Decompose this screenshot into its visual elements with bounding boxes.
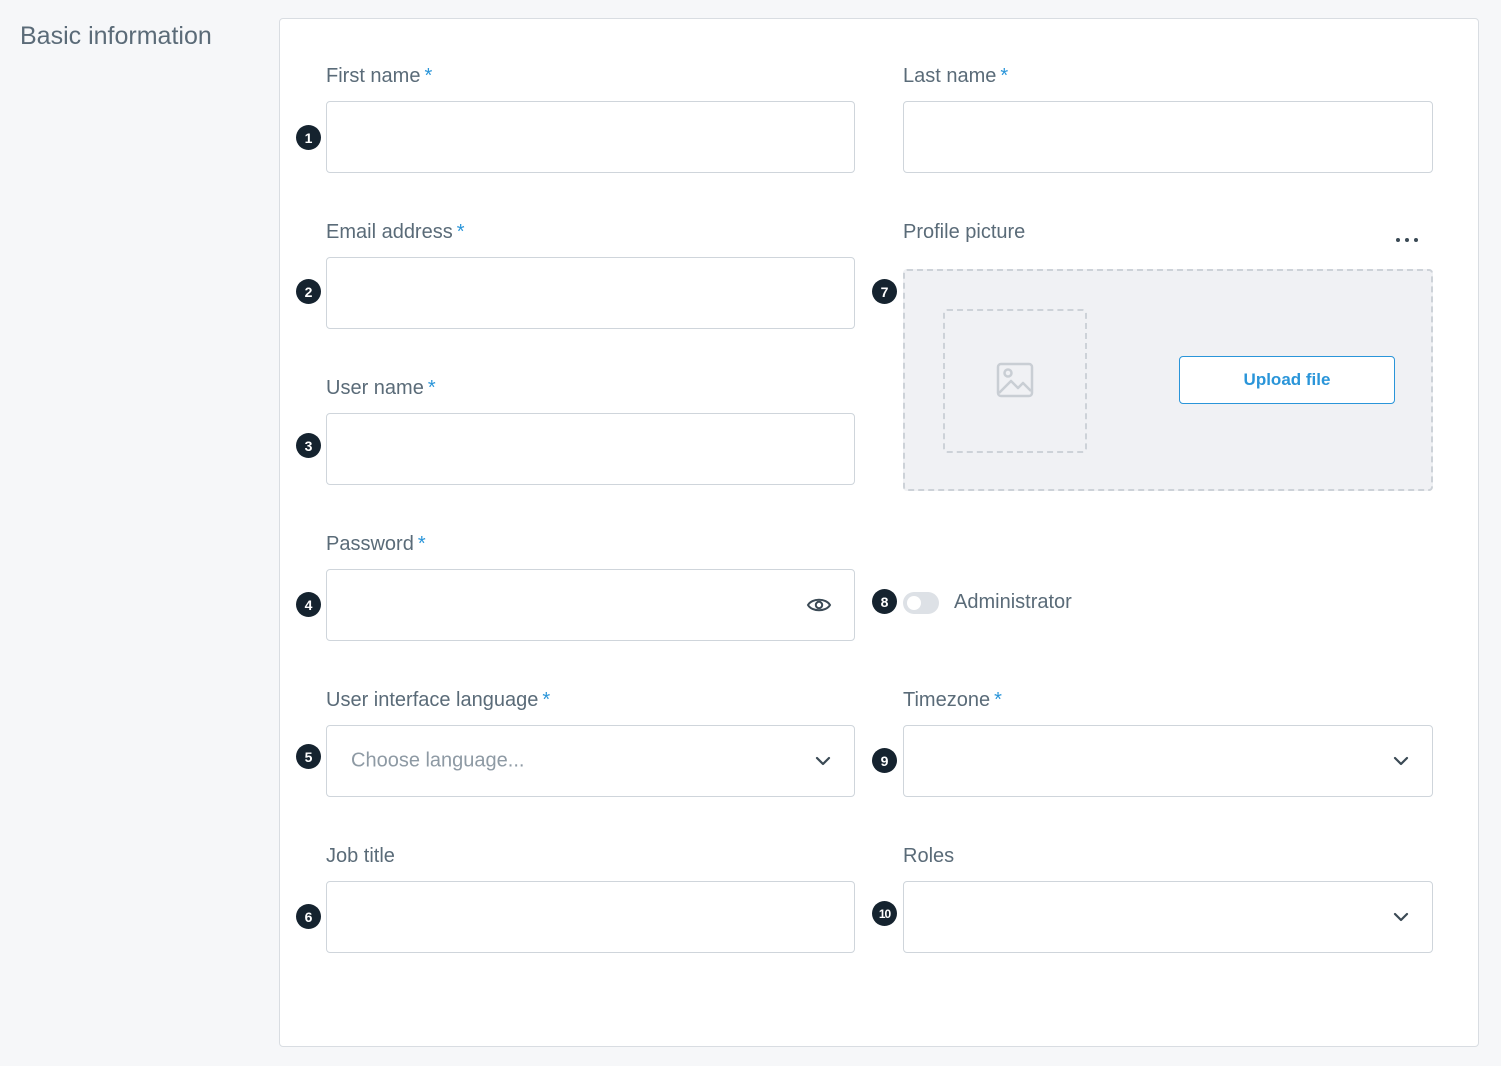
first-name-label-text: First name bbox=[326, 65, 421, 87]
timezone-label-text: Timezone bbox=[903, 689, 991, 711]
required-marker: * bbox=[456, 221, 465, 243]
password-label: Password * bbox=[326, 533, 426, 556]
user-name-input[interactable] bbox=[326, 413, 855, 485]
required-marker: * bbox=[542, 689, 551, 711]
first-name-label: First name * bbox=[326, 65, 432, 88]
job-title-input[interactable] bbox=[326, 881, 855, 953]
required-marker: * bbox=[424, 65, 433, 87]
password-input[interactable] bbox=[326, 569, 855, 641]
email-label: Email address * bbox=[326, 221, 465, 244]
profile-picture-label: Profile picture bbox=[903, 221, 1026, 243]
last-name-label: Last name * bbox=[903, 65, 1008, 88]
eye-icon[interactable] bbox=[806, 595, 832, 615]
upload-file-button[interactable]: Upload file bbox=[1179, 356, 1395, 404]
user-name-label: User name * bbox=[326, 377, 436, 400]
ui-language-label: User interface language * bbox=[326, 689, 550, 712]
administrator-label: Administrator bbox=[954, 591, 1072, 613]
step-badge-10: 10 bbox=[872, 901, 897, 926]
timezone-label: Timezone * bbox=[903, 689, 1002, 712]
required-marker: * bbox=[417, 533, 426, 555]
required-marker: * bbox=[994, 689, 1002, 711]
step-badge-7: 7 bbox=[872, 279, 897, 304]
administrator-toggle[interactable] bbox=[903, 592, 939, 614]
chevron-down-icon bbox=[1393, 756, 1409, 766]
last-name-input[interactable] bbox=[903, 101, 1433, 173]
step-badge-2: 2 bbox=[296, 279, 321, 304]
job-title-label: Job title bbox=[326, 845, 395, 867]
password-label-text: Password bbox=[326, 533, 414, 555]
user-name-label-text: User name bbox=[326, 377, 424, 399]
step-badge-8: 8 bbox=[872, 589, 897, 614]
section-title: Basic information bbox=[20, 22, 212, 50]
step-badge-5: 5 bbox=[296, 744, 321, 769]
image-placeholder bbox=[943, 309, 1087, 453]
first-name-input[interactable] bbox=[326, 101, 855, 173]
chevron-down-icon bbox=[815, 756, 831, 766]
ui-language-placeholder: Choose language... bbox=[351, 749, 525, 772]
toggle-knob bbox=[907, 596, 921, 610]
ui-language-select[interactable]: Choose language... bbox=[326, 725, 855, 797]
timezone-select[interactable] bbox=[903, 725, 1433, 797]
step-badge-3: 3 bbox=[296, 433, 321, 458]
roles-select[interactable] bbox=[903, 881, 1433, 953]
roles-label: Roles bbox=[903, 845, 955, 867]
step-badge-4: 4 bbox=[296, 592, 321, 617]
required-marker: * bbox=[427, 377, 436, 399]
chevron-down-icon bbox=[1393, 912, 1409, 922]
image-icon bbox=[996, 362, 1034, 398]
ui-language-label-text: User interface language bbox=[326, 689, 539, 711]
more-icon[interactable] bbox=[1396, 236, 1418, 244]
required-marker: * bbox=[1000, 65, 1009, 87]
profile-picture-dropzone[interactable]: Upload file bbox=[903, 269, 1433, 491]
step-badge-1: 1 bbox=[296, 125, 321, 150]
last-name-label-text: Last name bbox=[903, 65, 997, 87]
email-label-text: Email address bbox=[326, 221, 453, 243]
step-badge-6: 6 bbox=[296, 904, 321, 929]
email-input[interactable] bbox=[326, 257, 855, 329]
step-badge-9: 9 bbox=[872, 748, 897, 773]
